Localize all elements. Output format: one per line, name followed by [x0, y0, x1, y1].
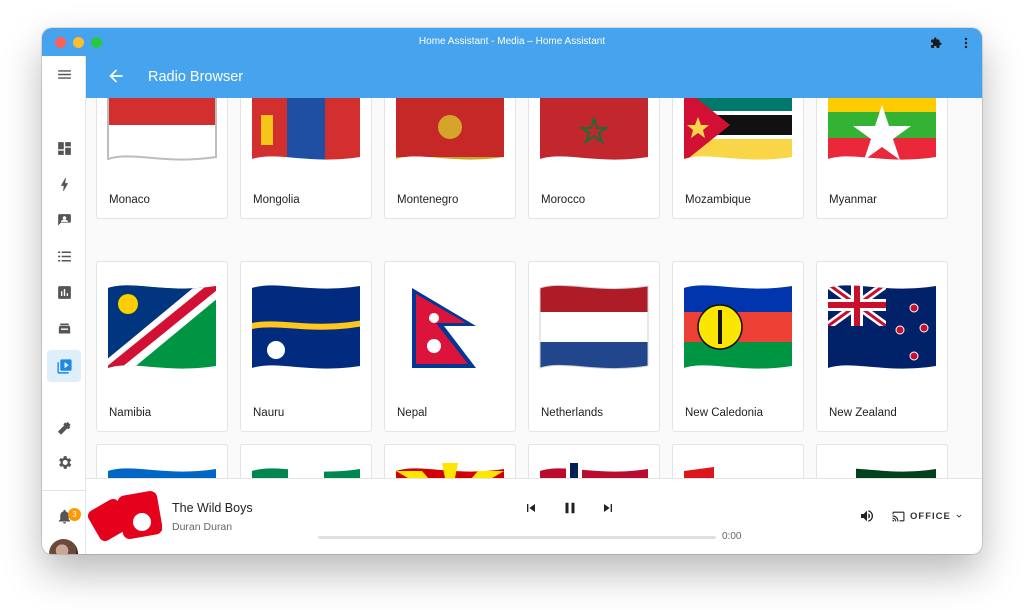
mozambique-flag-icon: [684, 98, 792, 160]
previous-track-icon[interactable]: [523, 500, 539, 516]
app-window: Home Assistant - Media – Home Assistant …: [42, 28, 982, 554]
menu-icon[interactable]: [52, 62, 76, 86]
playback-time: 0:00: [722, 531, 742, 542]
media-icon[interactable]: [52, 354, 76, 378]
norway-flag-icon: [540, 463, 648, 478]
country-label: Mongolia: [253, 194, 300, 206]
country-card-myanmar[interactable]: Myanmar: [816, 98, 948, 219]
more-menu-icon[interactable]: [963, 37, 969, 49]
country-card-mongolia[interactable]: Mongolia: [240, 98, 372, 219]
settings-icon[interactable]: [52, 450, 76, 474]
back-arrow-icon[interactable]: [106, 66, 126, 86]
app-toolbar: Radio Browser: [86, 56, 982, 98]
country-card-oman[interactable]: [672, 444, 804, 478]
user-avatar[interactable]: [49, 539, 78, 554]
new-caledonia-flag-icon: [684, 285, 792, 369]
playback-progress-bar[interactable]: [318, 536, 716, 539]
country-label: Nepal: [397, 407, 428, 419]
monaco-flag-icon: [107, 98, 217, 161]
chevron-down-icon[interactable]: [954, 511, 964, 521]
new-zealand-flag-icon: [828, 285, 936, 369]
country-card-netherlands[interactable]: Netherlands: [528, 261, 660, 432]
output-target-label[interactable]: OFFICE: [910, 511, 951, 522]
sidebar: 3: [42, 56, 86, 554]
country-card-new-zealand[interactable]: New Zealand: [816, 261, 948, 432]
track-title: The Wild Boys: [172, 501, 253, 515]
country-card-mozambique[interactable]: Mozambique: [672, 98, 804, 219]
country-card-pakistan[interactable]: [816, 444, 948, 478]
hacs-icon[interactable]: [52, 316, 76, 340]
dashboard-icon[interactable]: [52, 136, 76, 160]
morocco-flag-icon: [540, 98, 648, 160]
country-card-nigeria[interactable]: [240, 444, 372, 478]
country-label: Monaco: [109, 194, 150, 206]
developer-tools-icon[interactable]: [52, 414, 76, 438]
country-card-nepal[interactable]: Nepal: [384, 261, 516, 432]
netherlands-flag-icon: [539, 284, 649, 370]
volume-icon[interactable]: [859, 508, 875, 524]
nauru-flag-icon: [252, 285, 360, 369]
country-card-monaco[interactable]: Monaco: [96, 98, 228, 219]
nicaragua-flag-icon: [108, 468, 216, 478]
country-label: New Zealand: [829, 407, 897, 419]
north-macedonia-flag-icon: [396, 463, 504, 478]
country-label: Montenegro: [397, 194, 459, 206]
pakistan-flag-icon: [828, 463, 936, 478]
country-card-nauru[interactable]: Nauru: [240, 261, 372, 432]
country-card-north-macedonia[interactable]: [384, 444, 516, 478]
cast-icon[interactable]: [892, 510, 905, 523]
montenegro-flag-icon: [396, 98, 504, 160]
myanmar-flag-icon: [828, 98, 936, 160]
nepal-flag-icon: [412, 288, 476, 368]
country-label: Myanmar: [829, 194, 877, 206]
page-title: Radio Browser: [148, 69, 244, 85]
window-titlebar: Home Assistant - Media – Home Assistant: [42, 28, 982, 56]
country-label: New Caledonia: [685, 407, 763, 419]
country-card-norway[interactable]: [528, 444, 660, 478]
logbook-icon[interactable]: [52, 244, 76, 268]
country-label: Namibia: [109, 407, 152, 419]
oman-flag-icon: [684, 467, 792, 478]
country-label: Mozambique: [685, 194, 751, 206]
country-card-namibia[interactable]: Namibia: [96, 261, 228, 432]
energy-icon[interactable]: [52, 172, 76, 196]
country-label: Nauru: [253, 407, 285, 419]
sidebar-divider: [42, 490, 85, 491]
nigeria-flag-icon: [252, 463, 360, 478]
extension-icon[interactable]: [930, 37, 942, 49]
window-title: Home Assistant - Media – Home Assistant: [418, 36, 606, 47]
country-label: Netherlands: [541, 407, 604, 419]
radio-browser-grid: Monaco Mongolia Montenegro Morocco Mozam…: [86, 98, 982, 478]
history-icon[interactable]: [52, 280, 76, 304]
mongolia-flag-icon: [252, 98, 360, 160]
country-card-nicaragua[interactable]: [96, 444, 228, 478]
next-track-icon[interactable]: [600, 500, 616, 516]
namibia-flag-icon: [108, 285, 216, 369]
country-card-montenegro[interactable]: Montenegro: [384, 98, 516, 219]
country-label: Morocco: [541, 194, 586, 206]
map-icon[interactable]: [52, 208, 76, 232]
notification-badge: 3: [68, 508, 81, 521]
country-card-new-caledonia[interactable]: New Caledonia: [672, 261, 804, 432]
media-player-bar: The Wild Boys Duran Duran 0:00 OFFICE: [86, 478, 982, 554]
country-card-morocco[interactable]: Morocco: [528, 98, 660, 219]
track-artist: Duran Duran: [172, 521, 233, 533]
npo-radio-2-logo: [88, 490, 162, 542]
pause-icon[interactable]: [561, 499, 579, 517]
